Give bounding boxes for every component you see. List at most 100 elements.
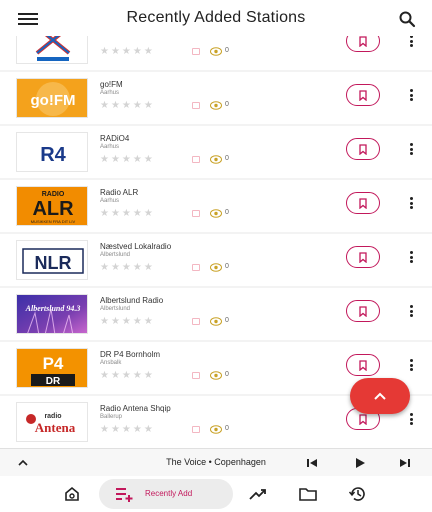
mini-player[interactable]: The Voice • Copenhagen xyxy=(0,448,432,476)
list-item[interactable]: NLR Næstved Lokalradio Albertslund ★★★★★… xyxy=(0,234,432,288)
rating-stars: ★★★★★ xyxy=(100,100,155,111)
more-options-button[interactable] xyxy=(408,410,414,428)
page-title: Recently Added Stations xyxy=(126,9,306,26)
station-city: Aarhus xyxy=(100,198,120,204)
comment-icon xyxy=(192,48,200,55)
eye-icon xyxy=(210,209,222,218)
bookmark-button[interactable] xyxy=(346,84,380,106)
rating-stars: ★★★★★ xyxy=(100,262,155,273)
skip-previous-icon[interactable] xyxy=(304,455,320,471)
bookmark-icon xyxy=(359,413,367,425)
station-name: Albertslund Radio xyxy=(100,296,164,305)
station-logo: RADIO ALR MUSIKKEN FRA DIT LIV xyxy=(16,186,88,226)
rating-stars: ★★★★★ xyxy=(100,154,155,165)
alr-main-text: ALR xyxy=(32,198,74,220)
nav-recently-added-label: Recently Add xyxy=(145,489,193,498)
station-logo: Albertslund 94.3 xyxy=(16,294,88,334)
station-logo: go!FM xyxy=(16,78,88,118)
folder-icon[interactable] xyxy=(298,484,318,504)
station-card[interactable]: Albertslund 94.3 Albertslund Radio Alber… xyxy=(0,288,432,340)
eye-icon xyxy=(210,47,222,56)
comment-icon xyxy=(192,372,200,379)
nlr-logo-text: NLR xyxy=(35,253,72,273)
more-options-button[interactable] xyxy=(408,86,414,104)
home-radio-icon[interactable] xyxy=(62,484,82,504)
play-icon[interactable] xyxy=(352,455,368,471)
eye-icon xyxy=(210,263,222,272)
search-icon[interactable] xyxy=(398,10,416,28)
station-name: Næstved Lokalradio xyxy=(100,242,172,251)
station-card[interactable]: RADIO ALR MUSIKKEN FRA DIT LIV Radio ALR… xyxy=(0,180,432,232)
bookmark-button[interactable] xyxy=(346,192,380,214)
more-options-button[interactable] xyxy=(408,194,414,212)
bookmark-button[interactable] xyxy=(346,138,380,160)
station-city: Ballerup xyxy=(100,414,123,420)
station-city: Albertslund xyxy=(100,306,131,312)
view-count: 0 xyxy=(225,209,229,216)
view-count: 0 xyxy=(225,371,229,378)
eye-icon xyxy=(210,101,222,110)
comment-icon xyxy=(192,102,200,109)
station-name: go!FM xyxy=(100,80,123,89)
station-logo: radio Antena xyxy=(16,402,88,442)
comment-icon xyxy=(192,426,200,433)
list-item[interactable]: go!FM go!FM Aarhus ★★★★★ 0 xyxy=(0,72,432,126)
station-card[interactable]: NLR Næstved Lokalradio Albertslund ★★★★★… xyxy=(0,234,432,286)
rating-stars: ★★★★★ xyxy=(100,316,155,327)
comment-icon xyxy=(192,210,200,217)
more-options-button[interactable] xyxy=(408,356,414,374)
bookmark-icon xyxy=(359,359,367,371)
station-logo: R4 xyxy=(16,132,88,172)
eye-icon xyxy=(210,317,222,326)
bookmark-icon xyxy=(359,197,367,209)
eye-icon xyxy=(210,371,222,380)
rating-stars: ★★★★★ xyxy=(100,370,155,381)
bookmark-button[interactable] xyxy=(346,300,380,322)
view-count: 0 xyxy=(225,47,229,54)
chevron-up-icon xyxy=(374,392,386,400)
p4-logo-text: P4 xyxy=(43,354,64,373)
more-options-button[interactable] xyxy=(408,302,414,320)
bookmark-button[interactable] xyxy=(346,354,380,376)
station-card[interactable]: R4 RADiO4 Aarhus ★★★★★ 0 xyxy=(0,126,432,178)
r4-logo-text: R4 xyxy=(40,144,66,166)
station-card[interactable]: go!FM go!FM Aarhus ★★★★★ 0 xyxy=(0,72,432,124)
history-icon[interactable] xyxy=(348,484,368,504)
app-root: ★★★★★ 0 go!FM go!FM Aarhus ★★★★★ 0 R4 RA… xyxy=(0,0,432,512)
view-count: 0 xyxy=(225,101,229,108)
comment-icon xyxy=(192,264,200,271)
scroll-to-top-button[interactable] xyxy=(350,378,410,414)
nav-recently-added[interactable]: Recently Add xyxy=(99,479,233,509)
list-item[interactable]: RADIO ALR MUSIKKEN FRA DIT LIV Radio ALR… xyxy=(0,180,432,234)
skip-next-icon[interactable] xyxy=(397,455,413,471)
view-count: 0 xyxy=(225,263,229,270)
view-count: 0 xyxy=(225,317,229,324)
bookmark-icon xyxy=(359,89,367,101)
dr-logo-text: DR xyxy=(46,376,61,387)
comment-icon xyxy=(192,318,200,325)
view-count: 0 xyxy=(225,425,229,432)
station-city: Albertslund xyxy=(100,252,131,258)
list-item[interactable]: Albertslund 94.3 Albertslund Radio Alber… xyxy=(0,288,432,342)
view-count: 0 xyxy=(225,155,229,162)
eye-icon xyxy=(210,155,222,164)
rating-stars: ★★★★★ xyxy=(100,46,155,57)
app-bar: Recently Added Stations xyxy=(0,0,432,36)
more-options-button[interactable] xyxy=(408,248,414,266)
station-name: Radio Antena Shqip xyxy=(100,404,171,413)
playlist-add-icon xyxy=(116,488,133,502)
list-item[interactable]: R4 RADiO4 Aarhus ★★★★★ 0 xyxy=(0,126,432,180)
station-city: Aarhus xyxy=(100,90,120,96)
station-name: RADiO4 xyxy=(100,134,130,143)
alr-sub-text: MUSIKKEN FRA DIT LIV xyxy=(31,219,76,224)
alb-logo-text: Albertslund 94.3 xyxy=(25,304,81,313)
bottom-navigation: Recently Add xyxy=(0,476,432,512)
bookmark-button[interactable] xyxy=(346,246,380,268)
more-options-button[interactable] xyxy=(408,140,414,158)
alr-top-text: RADIO xyxy=(42,191,65,198)
bookmark-icon xyxy=(359,251,367,263)
bookmark-icon xyxy=(359,35,367,47)
eye-icon xyxy=(210,425,222,434)
trending-icon[interactable] xyxy=(248,484,268,504)
station-name: Radio ALR xyxy=(100,188,139,197)
